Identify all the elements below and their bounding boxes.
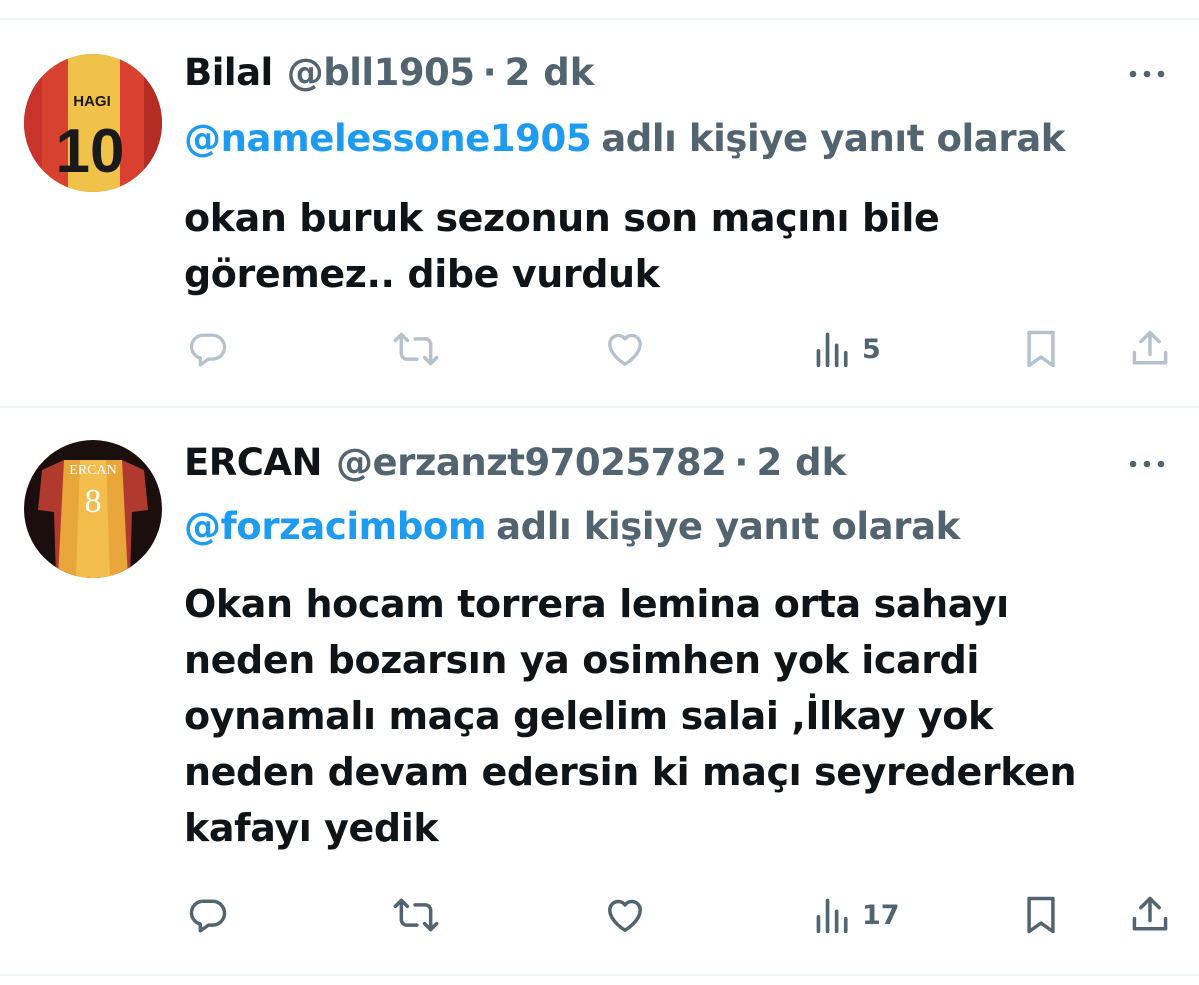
views-icon — [816, 898, 848, 934]
bottom-divider — [0, 974, 1199, 976]
reply-button[interactable] — [186, 890, 230, 940]
more-options-icon[interactable] — [1127, 456, 1167, 470]
reply-context: @forzacimbom adlı kişiye yanıt olarak — [184, 502, 960, 552]
separator-dot: · — [734, 441, 749, 484]
like-icon — [608, 333, 642, 366]
tweet-text-line: neden devam edersin ki maçı seyrederken — [184, 750, 1077, 794]
svg-text:ERCAN: ERCAN — [69, 463, 116, 478]
avatar[interactable]: ERCAN 8 — [24, 440, 162, 578]
retweet-button[interactable] — [392, 324, 440, 374]
bookmark-icon — [1027, 896, 1055, 934]
views-icon — [816, 332, 848, 368]
like-button[interactable] — [602, 890, 648, 940]
tweet-header: Bilal @bll1905 · 2 dk — [184, 48, 594, 98]
action-bar: 5 — [0, 324, 1199, 374]
tweet-2[interactable]: ERCAN 8 ERCAN @erzanzt97025782 · 2 dk @f… — [0, 438, 1199, 958]
like-icon — [608, 899, 642, 932]
reply-icon — [189, 899, 227, 933]
share-button[interactable] — [1128, 324, 1172, 374]
tweet-text-line: oynamalı maça gelelim salai ,İlkay yok — [184, 694, 993, 738]
share-icon — [1132, 896, 1168, 931]
views-button[interactable]: 17 — [814, 890, 900, 940]
views-count: 5 — [862, 333, 881, 365]
top-divider — [0, 18, 1199, 20]
bookmark-button[interactable] — [1022, 324, 1060, 374]
reply-suffix: adlı kişiye yanıt olarak — [496, 505, 960, 548]
action-bar: 17 — [0, 890, 1199, 940]
share-icon — [1132, 330, 1168, 365]
handle[interactable]: @erzanzt97025782 — [336, 438, 727, 488]
hagi-10-jersey-avatar-icon: HAGI 10 — [24, 54, 162, 192]
tweet-divider — [0, 406, 1199, 408]
like-button[interactable] — [602, 324, 648, 374]
separator-dot: · — [482, 51, 497, 94]
svg-text:8: 8 — [85, 483, 102, 520]
retweet-icon — [393, 898, 439, 932]
tweet-text-line: göremez.. dibe vurduk — [184, 252, 660, 296]
reply-button[interactable] — [186, 324, 230, 374]
more-options-icon[interactable] — [1127, 66, 1167, 80]
tweet-1[interactable]: HAGI 10 Bilal @bll1905 · 2 dk @namelesso… — [0, 48, 1199, 388]
tweet-text-line: okan buruk sezonun son maçını bile — [184, 196, 940, 240]
timestamp[interactable]: 2 dk — [505, 48, 595, 98]
tweet-text: okan buruk sezonun son maçını bile görem… — [184, 190, 1174, 302]
views-count: 17 — [862, 899, 900, 931]
retweet-icon — [393, 332, 439, 366]
ercan-8-jersey-avatar-icon: ERCAN 8 — [24, 440, 162, 578]
retweet-button[interactable] — [392, 890, 440, 940]
svg-text:HAGI: HAGI — [73, 93, 111, 110]
tweet-text: Okan hocam torrera lemina orta sahayı ne… — [184, 576, 1174, 856]
handle[interactable]: @bll1905 — [287, 48, 475, 98]
display-name[interactable]: Bilal — [184, 48, 273, 98]
tweet-header: ERCAN @erzanzt97025782 · 2 dk — [184, 438, 846, 488]
tweet-text-line: Okan hocam torrera lemina orta sahayı — [184, 582, 1009, 626]
avatar[interactable]: HAGI 10 — [24, 54, 162, 192]
tweet-text-line: kafayı yedik — [184, 806, 439, 850]
reply-mention-link[interactable]: @namelessone1905 — [184, 117, 592, 160]
bookmark-icon — [1027, 330, 1055, 368]
timestamp[interactable]: 2 dk — [756, 438, 846, 488]
reply-context: @namelessone1905 adlı kişiye yanıt olarak — [184, 114, 1065, 164]
views-button[interactable]: 5 — [814, 324, 881, 374]
svg-text:10: 10 — [56, 117, 125, 186]
reply-icon — [189, 333, 227, 367]
share-button[interactable] — [1128, 890, 1172, 940]
bookmark-button[interactable] — [1022, 890, 1060, 940]
tweet-text-line: neden bozarsın ya osimhen yok icardi — [184, 638, 980, 682]
display-name[interactable]: ERCAN — [184, 438, 323, 488]
reply-mention-link[interactable]: @forzacimbom — [184, 505, 487, 548]
reply-suffix: adlı kişiye yanıt olarak — [601, 117, 1065, 160]
